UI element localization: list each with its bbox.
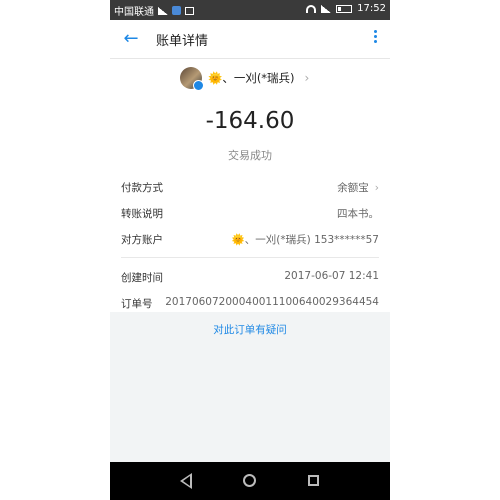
status-time: 17:52 <box>357 3 386 14</box>
nav-back-icon[interactable] <box>180 473 192 489</box>
status-bar: 中国联通 17:52 <box>110 0 390 20</box>
system-nav-bar <box>110 462 390 500</box>
payee-profile[interactable]: 🌞、一刈(*瑞兵) › <box>180 66 310 91</box>
hd-signal-icon <box>158 6 168 15</box>
status-right: 17:52 <box>306 3 386 14</box>
avatar <box>180 67 204 91</box>
battery-icon <box>336 4 353 13</box>
chevron-right-icon: › <box>304 71 310 85</box>
status-left: 中国联通 <box>114 3 194 18</box>
chevron-right-icon: › <box>374 182 379 194</box>
transaction-status: 交易成功 <box>228 149 272 162</box>
verified-badge-icon <box>193 80 204 91</box>
section-divider <box>121 257 379 258</box>
image-notification-icon <box>185 6 194 15</box>
order-doubt-link[interactable]: 对此订单有疑问 <box>110 322 390 337</box>
app-bar: ← 账单详情 <box>110 20 390 59</box>
detail-label: 对方账户 <box>121 234 163 246</box>
wifi-icon <box>306 4 317 13</box>
page-title: 账单详情 <box>156 34 209 49</box>
detail-label: 付款方式 <box>121 182 163 194</box>
transaction-amount: -164.60 <box>205 108 295 134</box>
detail-value: 2017-06-07 12:41 <box>284 270 379 282</box>
payee-name: 🌞、一刈(*瑞兵) <box>208 71 295 85</box>
cellular-signal-icon <box>321 4 332 13</box>
detail-row-payment-method[interactable]: 付款方式 余额宝 › <box>110 174 390 200</box>
detail-label: 订单号 <box>121 298 153 310</box>
nav-recent-apps-icon[interactable] <box>308 475 319 486</box>
detail-row-created-time: 创建时间 2017-06-07 12:41 <box>110 264 390 290</box>
more-options-icon[interactable] <box>374 30 378 46</box>
carrier-label: 中国联通 <box>114 7 154 18</box>
detail-value: 🌞、一刈(*瑞兵) 153******57 <box>231 234 379 246</box>
detail-value: 20170607200040011100640029364454 <box>165 296 379 308</box>
detail-value: 四本书。 <box>337 208 379 220</box>
detail-value: 余额宝 › <box>337 180 379 195</box>
nav-home-icon[interactable] <box>243 474 256 487</box>
payment-method-value: 余额宝 <box>337 182 369 194</box>
detail-label: 转账说明 <box>121 208 163 220</box>
detail-row-note: 转账说明 四本书。 <box>110 200 390 226</box>
app-notification-icon <box>172 6 181 15</box>
detail-list: 付款方式 余额宝 › 转账说明 四本书。 对方账户 🌞、一刈(*瑞兵) 153**… <box>110 174 390 316</box>
detail-row-counterparty: 对方账户 🌞、一刈(*瑞兵) 153******57 <box>110 226 390 252</box>
phone-screen: 中国联通 17:52 ← 账单详情 🌞、一刈(*瑞兵) › -164.60 交易… <box>110 0 390 500</box>
back-arrow-icon[interactable]: ← <box>120 28 142 50</box>
detail-label: 创建时间 <box>121 272 163 284</box>
